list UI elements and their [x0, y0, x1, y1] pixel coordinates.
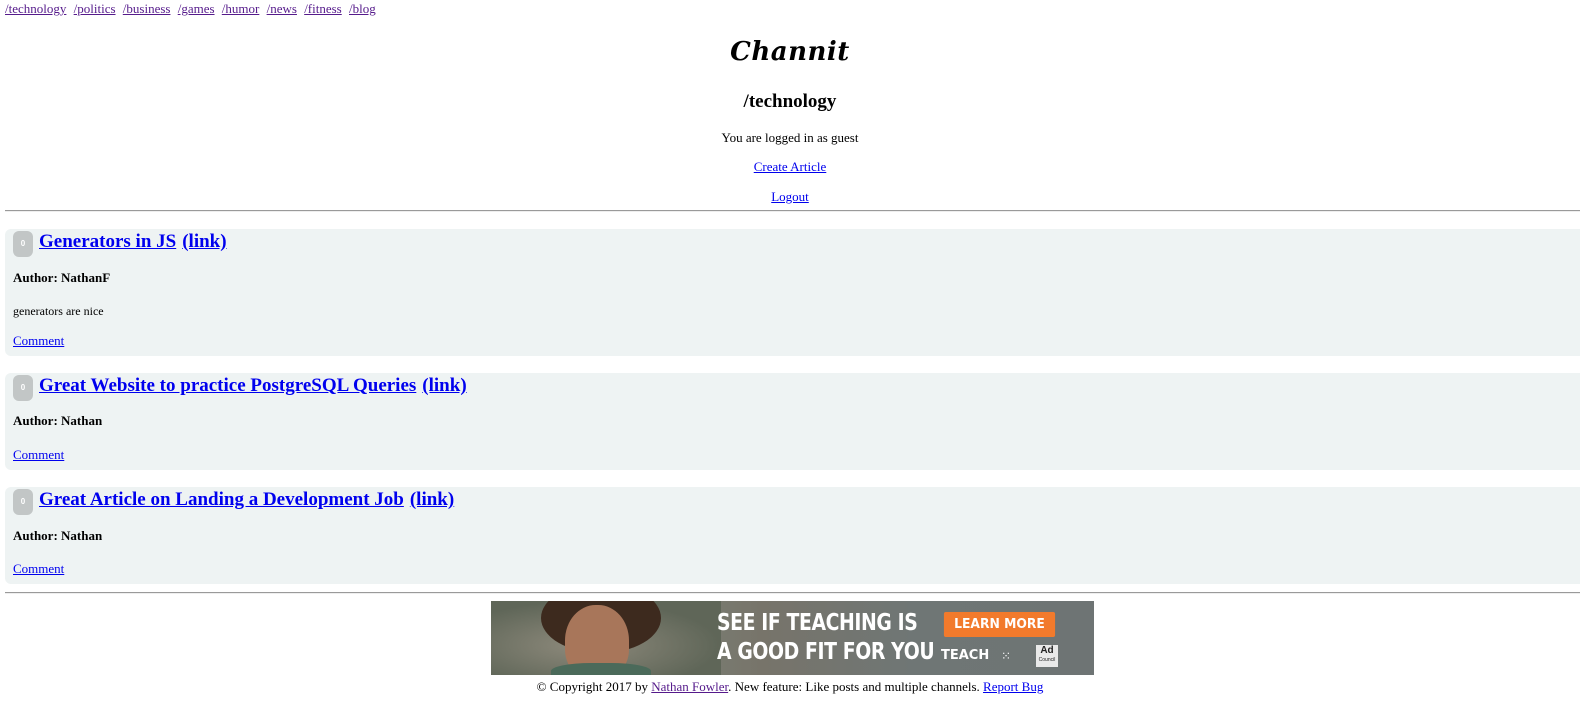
author-link[interactable]: Nathan Fowler — [651, 679, 728, 694]
ad-headline-line1: SEE IF TEACHING IS — [717, 610, 918, 636]
nav-link-news[interactable]: /news — [267, 1, 297, 16]
ad-photo-shirt — [551, 663, 651, 675]
comment-row: Comment — [13, 561, 64, 577]
article-card: 0 Generators in JS (link) Author: NathanF… — [5, 229, 1580, 356]
article-external-link[interactable]: (link) — [422, 375, 466, 396]
page-title: /technology — [743, 91, 837, 112]
copyright-text: © Copyright 2017 by — [536, 679, 652, 694]
footer: © Copyright 2017 by Nathan Fowler. New f… — [0, 679, 1580, 695]
report-bug-link[interactable]: Report Bug — [983, 679, 1043, 694]
comment-link[interactable]: Comment — [13, 333, 64, 348]
ad-brand: TEACH — [941, 648, 990, 663]
article-heading: Generators in JS (link) — [39, 230, 233, 254]
article-heading: Great Article on Landing a Development J… — [39, 488, 460, 512]
article-author: Author: Nathan — [13, 413, 103, 428]
comment-link[interactable]: Comment — [13, 561, 64, 576]
header-divider — [5, 210, 1580, 212]
article-card: 0 Great Website to practice PostgreSQL Q… — [5, 373, 1580, 470]
footer-divider — [5, 592, 1580, 594]
feature-note: . New feature: Like posts and multiple c… — [728, 679, 984, 694]
vote-count-badge[interactable]: 0 — [13, 489, 33, 515]
ad-headline-line2: A GOOD FIT FOR YOU — [717, 639, 935, 665]
vote-count-badge[interactable]: 0 — [13, 231, 33, 257]
ad-headline: SEE IF TEACHING IS A GOOD FIT FOR YOU — [717, 609, 935, 667]
article-body: generators are nice — [13, 304, 104, 318]
create-article-link[interactable]: Create Article — [754, 159, 827, 174]
ad-brand-dots-icon: ⁙ — [1001, 649, 1012, 663]
article-title-link[interactable]: Great Article on Landing a Development J… — [39, 489, 404, 510]
article-heading: Great Website to practice PostgreSQL Que… — [39, 374, 473, 398]
logout-row: Logout — [0, 189, 1580, 205]
article-external-link[interactable]: (link) — [182, 231, 226, 252]
site-logo: Channit — [730, 37, 850, 67]
nav-link-politics[interactable]: /politics — [74, 1, 116, 16]
comment-row: Comment — [13, 447, 64, 463]
login-status: You are logged in as guest — [721, 130, 859, 145]
comment-link[interactable]: Comment — [13, 447, 64, 462]
nav-link-blog[interactable]: /blog — [349, 1, 376, 16]
nav-link-humor[interactable]: /humor — [222, 1, 260, 16]
nav-link-fitness[interactable]: /fitness — [304, 1, 342, 16]
nav-link-technology[interactable]: /technology — [5, 1, 66, 16]
nav-link-games[interactable]: /games — [178, 1, 215, 16]
logout-link[interactable]: Logout — [771, 189, 809, 204]
ad-photo — [491, 601, 721, 675]
comment-row: Comment — [13, 333, 64, 349]
channel-nav: /technology /politics /business /games /… — [5, 1, 380, 17]
article-title-link[interactable]: Great Website to practice PostgreSQL Que… — [39, 375, 416, 396]
vote-count-badge[interactable]: 0 — [13, 375, 33, 401]
article-author: Author: NathanF — [13, 270, 111, 285]
article-author: Author: Nathan — [13, 528, 103, 543]
ad-banner[interactable]: SEE IF TEACHING IS A GOOD FIT FOR YOU LE… — [491, 601, 1094, 675]
ad-learn-more-button[interactable]: LEARN MORE — [943, 612, 1056, 637]
create-article-row: Create Article — [0, 159, 1580, 175]
ad-council-text: Council — [1038, 657, 1056, 663]
ad-council-logo: Ad Council — [1036, 645, 1058, 667]
article-title-link[interactable]: Generators in JS — [39, 231, 176, 252]
nav-link-business[interactable]: /business — [123, 1, 171, 16]
ad-council-mark: Ad — [1040, 645, 1054, 656]
article-external-link[interactable]: (link) — [410, 489, 454, 510]
article-card: 0 Great Article on Landing a Development… — [5, 487, 1580, 584]
